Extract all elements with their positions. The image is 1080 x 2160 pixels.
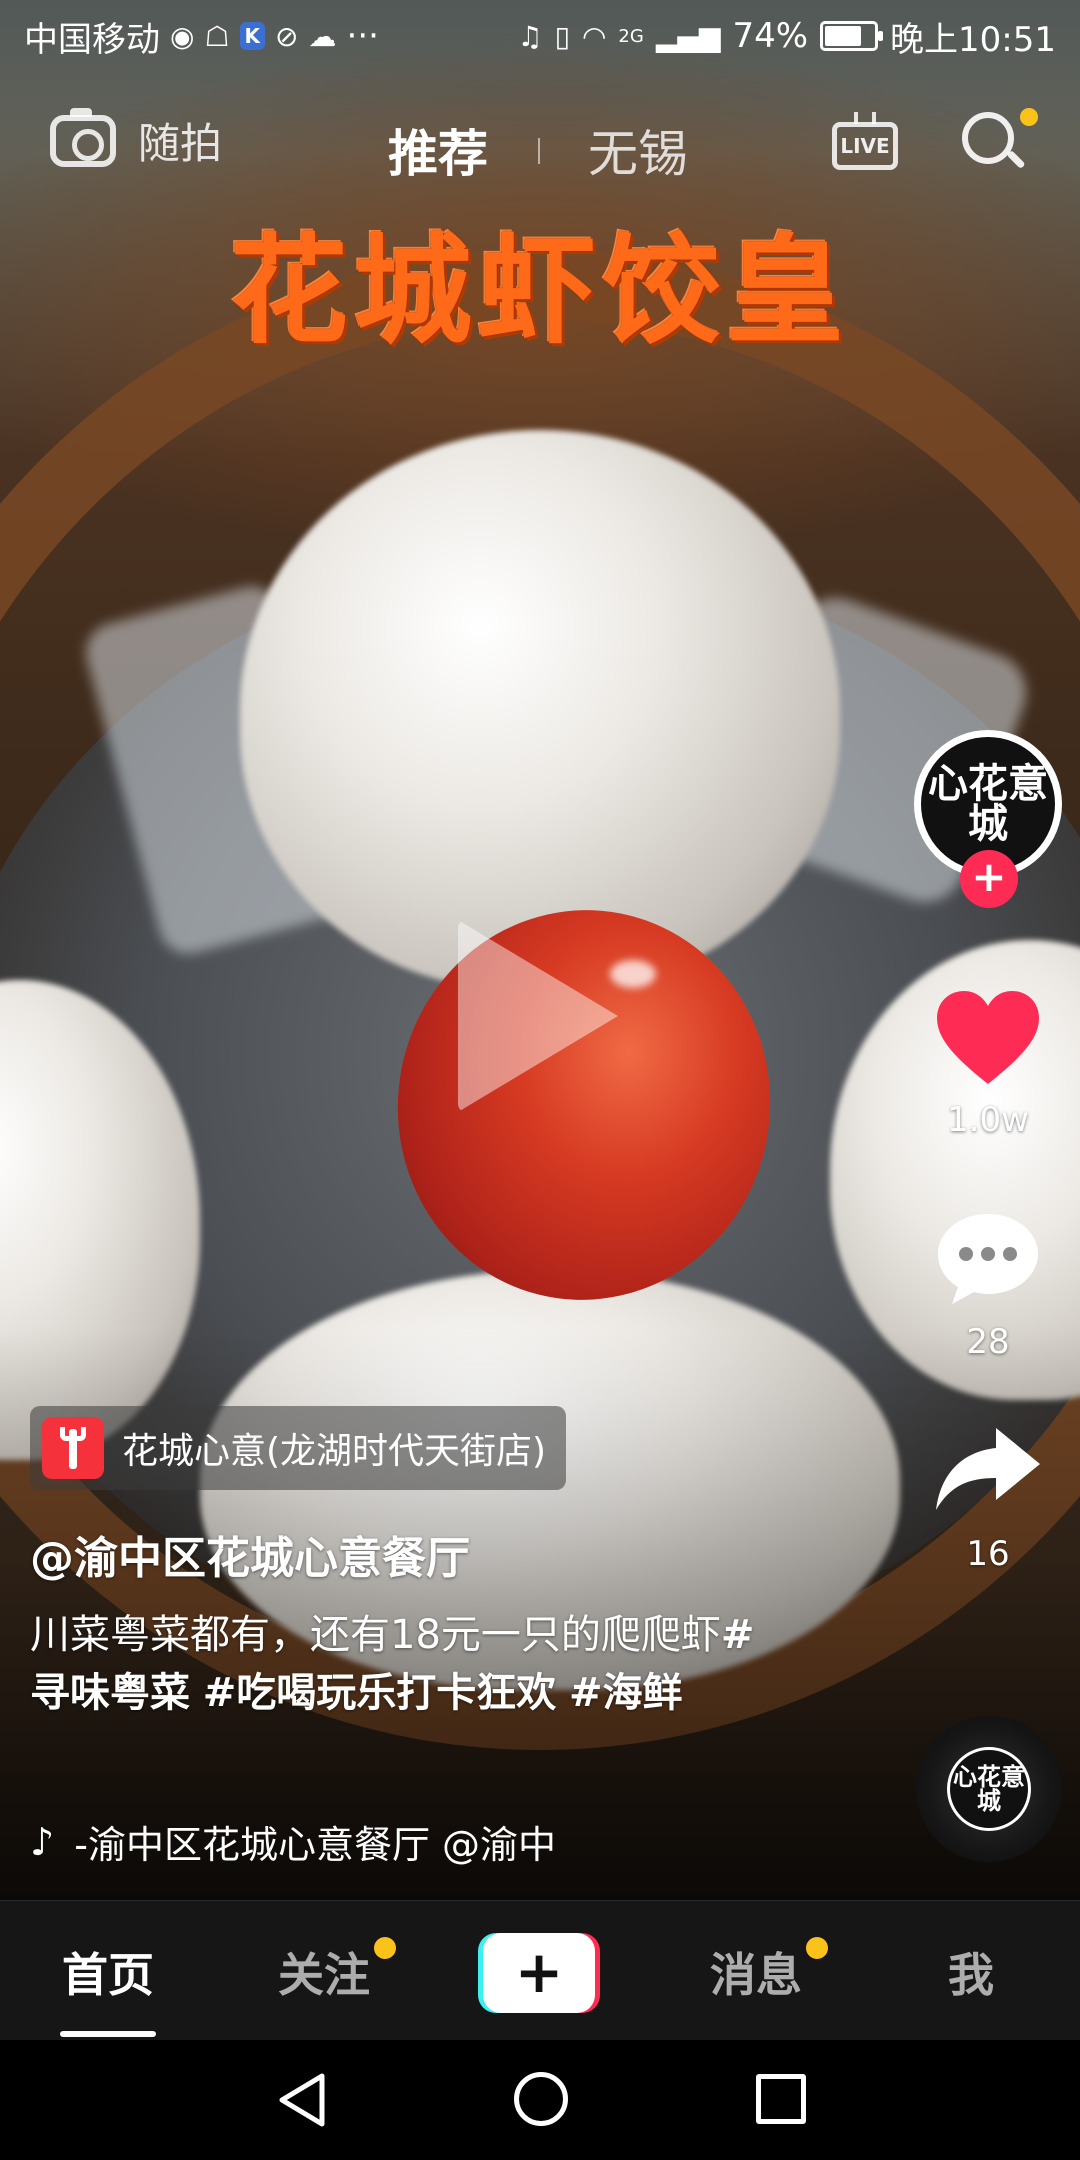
music-title: -渝中区花城心意餐厅 @渝中区花城心意餐厅 <box>74 1823 555 1867</box>
author-name[interactable]: @渝中区花城心意餐厅 <box>30 1522 470 1586</box>
battery-icon <box>820 21 884 51</box>
status-bar: 中国移动 ◉ ☖ K ⊘ ☁ ··· ♫ ▯ ◠ 2G ▂▄▆ 74% 晚上10… <box>0 0 1080 72</box>
network-type: 2G <box>618 25 644 47</box>
video-caption: 川菜粤菜都有，还有18元一只的爬爬虾#寻味粤菜 #吃喝玩乐打卡狂欢 #海鲜 <box>30 1606 790 1722</box>
comment-count: 28 <box>966 1322 1010 1362</box>
like-count: 1.0w <box>947 1100 1029 1140</box>
camera-icon <box>50 107 116 167</box>
music-disc-button[interactable]: 心花意城 <box>916 1716 1062 1862</box>
live-button[interactable]: LIVE <box>832 112 898 174</box>
search-icon <box>962 112 1014 164</box>
signal-icon: ▂▄▆ <box>655 19 721 53</box>
tab-divider <box>538 138 540 164</box>
music-info[interactable]: ♪ -渝中区花城心意餐厅 @渝中区花城心意餐厅 <box>30 1814 554 1869</box>
caption-text: 川菜粤菜都有，还有18元一只的爬爬虾 <box>30 1612 721 1658</box>
clock: 晚上10:51 <box>890 19 1056 60</box>
tab-recommend[interactable]: 推荐 <box>388 114 488 186</box>
nav-following[interactable]: 关注 <box>278 1939 370 2005</box>
notification-dot <box>806 1937 828 1959</box>
active-tab-indicator <box>60 2031 156 2037</box>
vibrate-icon: ▯ <box>554 19 570 53</box>
video-headline: 花城虾饺皇 <box>229 222 850 360</box>
more-notifications-icon: ··· <box>346 16 379 56</box>
plus-icon: + <box>483 1933 595 2013</box>
location-tag[interactable]: 花城心意(龙湖时代天街店) <box>30 1406 567 1490</box>
camera-button[interactable]: 随拍 <box>50 107 223 171</box>
recent-apps-icon[interactable] <box>756 2074 806 2124</box>
search-button[interactable] <box>962 108 1038 176</box>
like-button[interactable]: 1.0w <box>908 988 1068 1140</box>
nav-messages[interactable]: 消息 <box>710 1939 802 2005</box>
location-name: 花城心意(龙湖时代天街店) <box>122 1431 547 1472</box>
notification-app-icon: ☖ <box>204 19 230 53</box>
share-icon <box>936 1428 1040 1510</box>
weather-icon: ☁ <box>308 19 337 53</box>
bottom-nav: 首页 关注 + 消息 我 <box>0 1900 1080 2040</box>
headphones-icon: ♫ <box>517 19 543 53</box>
play-icon[interactable] <box>458 920 618 1112</box>
notification-dot <box>374 1937 396 1959</box>
fork-handle <box>69 1429 77 1469</box>
app-badge-icon: K <box>239 22 266 50</box>
comment-button[interactable]: 28 <box>908 1208 1068 1362</box>
follow-button[interactable]: + <box>960 850 1018 908</box>
music-note-icon: ♪ <box>30 1819 55 1864</box>
carrier-label: 中国移动 <box>24 19 160 60</box>
top-nav: 随拍 推荐 无锡 LIVE <box>0 100 1080 200</box>
create-button[interactable]: + <box>478 1933 600 2013</box>
music-disc-logo: 心花意城 <box>947 1747 1031 1831</box>
notification-dot <box>1020 108 1038 126</box>
check-circle-icon: ⊘ <box>275 19 299 53</box>
back-icon[interactable] <box>274 2070 330 2130</box>
live-icon: LIVE <box>832 122 898 170</box>
nav-home[interactable]: 首页 <box>62 1939 154 2005</box>
author-avatar-button[interactable]: 心花意城 + <box>914 730 1062 908</box>
hashtag-link[interactable]: #吃喝玩乐打卡狂欢 <box>203 1670 557 1716</box>
heart-icon <box>937 991 1039 1084</box>
hashtag-link[interactable]: #海鲜 <box>569 1670 683 1716</box>
share-count: 16 <box>966 1534 1010 1574</box>
battery-level <box>825 26 861 46</box>
tab-local[interactable]: 无锡 <box>588 114 688 186</box>
system-nav-bar <box>0 2040 1080 2160</box>
comment-icon <box>938 1214 1038 1304</box>
camera-label: 随拍 <box>138 119 223 168</box>
restaurant-icon <box>42 1417 104 1479</box>
nav-profile[interactable]: 我 <box>948 1939 994 2005</box>
wifi-icon: ◠ <box>581 19 607 53</box>
home-icon[interactable] <box>514 2072 568 2126</box>
globe-icon: ◉ <box>170 19 195 53</box>
battery-percent: 74% <box>732 16 809 56</box>
share-button[interactable]: 16 <box>908 1420 1068 1574</box>
search-icon-handle <box>1006 149 1026 170</box>
